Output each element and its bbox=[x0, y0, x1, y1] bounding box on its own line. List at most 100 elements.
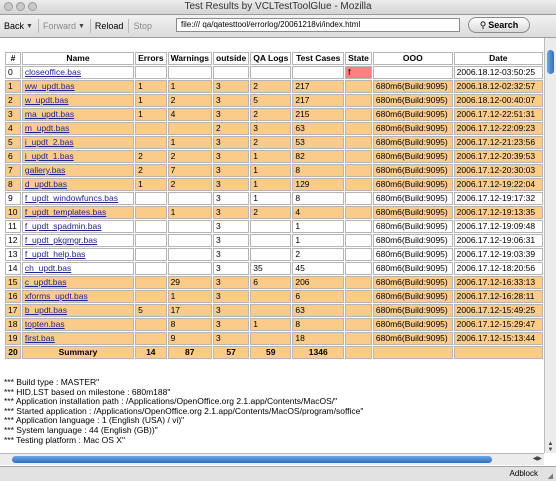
summary-ooo bbox=[372, 346, 453, 359]
stop-label: Stop bbox=[133, 21, 152, 31]
scroll-arrows-icon[interactable]: ▲ ▼ bbox=[545, 441, 556, 453]
row-number: 13 bbox=[5, 248, 21, 261]
qa-logs-cell: 1 bbox=[250, 178, 292, 191]
summary-state bbox=[345, 346, 372, 359]
table-row: 1 ww_updt.bas 1 1 3 2 217 680m6(Build:9095) 2006… bbox=[5, 80, 543, 93]
test-name-link[interactable]: c_updt.bas bbox=[21, 276, 135, 289]
state-cell bbox=[345, 332, 372, 345]
errors-cell bbox=[135, 248, 167, 261]
test-name-link[interactable]: f_updt_help.bas bbox=[21, 248, 135, 261]
chevron-down-icon[interactable]: ▼ bbox=[78, 23, 85, 30]
test-name-link[interactable]: i_updt_2.bas bbox=[21, 136, 135, 149]
forward-button[interactable]: Forward ▼ bbox=[43, 21, 85, 31]
outside-cell: 3 bbox=[213, 206, 250, 219]
search-button[interactable]: ⚲ Search bbox=[468, 17, 530, 33]
col-header: OOO bbox=[372, 52, 453, 65]
table-row: 9 f_updt_windowfuncs.bas 3 1 8 680m6(Build:90… bbox=[5, 192, 543, 205]
minimize-window-icon[interactable] bbox=[16, 2, 25, 11]
test-name-link[interactable]: f_updt_spadmin.bas bbox=[21, 220, 135, 233]
outside-cell: 3 bbox=[213, 248, 250, 261]
reload-button[interactable]: Reload bbox=[95, 21, 124, 31]
test-name-link[interactable]: b_updt.bas bbox=[21, 304, 135, 317]
close-window-icon[interactable] bbox=[4, 2, 13, 11]
test-name-link[interactable]: topten.bas bbox=[21, 318, 135, 331]
table-row: 12 f_updt_pkgmgr.bas 3 1 680m6(Build:9095) 20… bbox=[5, 234, 543, 247]
test-cases-cell: 8 bbox=[292, 318, 345, 331]
chevron-down-icon[interactable]: ▼ bbox=[26, 23, 33, 30]
qa-logs-cell: 1 bbox=[250, 318, 292, 331]
test-cases-cell: 8 bbox=[292, 164, 345, 177]
test-name-link[interactable]: ma_updt.bas bbox=[21, 108, 135, 121]
qa-logs-cell: 2 bbox=[250, 136, 292, 149]
warnings-cell: 2 bbox=[167, 178, 212, 191]
qa-logs-cell bbox=[250, 220, 292, 233]
table-header-row: # Name Errors Warnings outside QA Logs T… bbox=[5, 52, 543, 65]
state-cell bbox=[345, 164, 372, 177]
errors-cell: 1 bbox=[135, 178, 167, 191]
stop-button[interactable]: Stop bbox=[133, 21, 152, 31]
test-name-link[interactable]: first.bas bbox=[21, 332, 135, 345]
table-row: 16 xforms_updt.bas 1 3 6 680m6(Build:9095) 200… bbox=[5, 290, 543, 303]
row-number: 11 bbox=[5, 220, 21, 233]
qa-logs-cell bbox=[250, 304, 292, 317]
horizontal-scroll-thumb[interactable] bbox=[12, 456, 492, 463]
row-number: 2 bbox=[5, 94, 21, 107]
errors-cell bbox=[135, 136, 167, 149]
table-row: 3 ma_updt.bas 1 4 3 2 215 680m6(Build:9095) 2006… bbox=[5, 108, 543, 121]
scroll-arrows-icon[interactable]: ◀▶ bbox=[533, 454, 542, 465]
test-name-link[interactable]: w_updt.bas bbox=[21, 94, 135, 107]
test-cases-cell: 18 bbox=[292, 332, 345, 345]
forward-label: Forward bbox=[42, 21, 76, 31]
summary-date bbox=[453, 346, 543, 359]
state-cell bbox=[345, 234, 372, 247]
date-cell: 2006.17.12-19:03:39 bbox=[453, 248, 543, 261]
resize-grip-icon[interactable]: ◢ bbox=[548, 470, 553, 483]
test-cases-cell: 215 bbox=[292, 108, 345, 121]
date-cell: 2006.17.12-20:30:03 bbox=[453, 164, 543, 177]
test-name-link[interactable]: d_updt.bas bbox=[21, 178, 135, 191]
state-cell bbox=[345, 178, 372, 191]
summary-test-cases: 1346 bbox=[292, 346, 345, 359]
errors-cell: 5 bbox=[135, 304, 167, 317]
row-number: 10 bbox=[5, 206, 21, 219]
errors-cell bbox=[135, 318, 167, 331]
test-name-link[interactable]: i_updt_1.bas bbox=[21, 150, 135, 163]
summary-warnings: 87 bbox=[167, 346, 212, 359]
test-name-link[interactable]: ch_updt.bas bbox=[21, 262, 135, 275]
zoom-window-icon[interactable] bbox=[28, 2, 37, 11]
warnings-cell bbox=[167, 248, 212, 261]
col-header: Name bbox=[21, 52, 135, 65]
errors-cell bbox=[135, 290, 167, 303]
vertical-scroll-thumb[interactable] bbox=[547, 50, 554, 74]
col-header: Test Cases bbox=[292, 52, 345, 65]
row-number: 7 bbox=[5, 164, 21, 177]
errors-cell bbox=[135, 206, 167, 219]
page-content: # Name Errors Warnings outside QA Logs T… bbox=[0, 38, 544, 453]
test-name-link[interactable]: f_updt_templates.bas bbox=[21, 206, 135, 219]
address-bar[interactable]: file:/// qa/qatesttool/errorlog/20061218… bbox=[176, 18, 460, 32]
test-cases-cell: 45 bbox=[292, 262, 345, 275]
table-row: 11 f_updt_spadmin.bas 3 1 680m6(Build:9095) 2… bbox=[5, 220, 543, 233]
test-name-link[interactable]: f_updt_pkgmgr.bas bbox=[21, 234, 135, 247]
test-name-link[interactable]: xforms_updt.bas bbox=[21, 290, 135, 303]
test-name-link[interactable]: f_updt_windowfuncs.bas bbox=[21, 192, 135, 205]
window-controls[interactable] bbox=[4, 2, 37, 11]
date-cell: 2006.17.12-22:09:23 bbox=[453, 122, 543, 135]
test-name-link[interactable]: m_updt.bas bbox=[21, 122, 135, 135]
horizontal-scrollbar[interactable]: ◀▶ bbox=[0, 453, 544, 465]
state-cell bbox=[345, 108, 372, 121]
test-cases-cell: 217 bbox=[292, 80, 345, 93]
outside-cell: 3 bbox=[213, 192, 250, 205]
test-name-link[interactable]: gallery.bas bbox=[21, 164, 135, 177]
test-name-link[interactable]: closeoffice.bas bbox=[21, 66, 135, 79]
outside-cell: 3 bbox=[213, 178, 250, 191]
state-cell bbox=[345, 192, 372, 205]
test-cases-cell: 6 bbox=[292, 290, 345, 303]
vertical-scrollbar[interactable]: ▲ ▼ bbox=[544, 38, 556, 453]
back-button[interactable]: Back ▼ bbox=[4, 21, 33, 31]
summary-qa-logs: 59 bbox=[250, 346, 292, 359]
test-name-link[interactable]: ww_updt.bas bbox=[21, 80, 135, 93]
warnings-cell bbox=[167, 234, 212, 247]
date-cell: 2006.18.12-00:40:07 bbox=[453, 94, 543, 107]
adblock-button[interactable]: Adblock bbox=[510, 467, 538, 480]
